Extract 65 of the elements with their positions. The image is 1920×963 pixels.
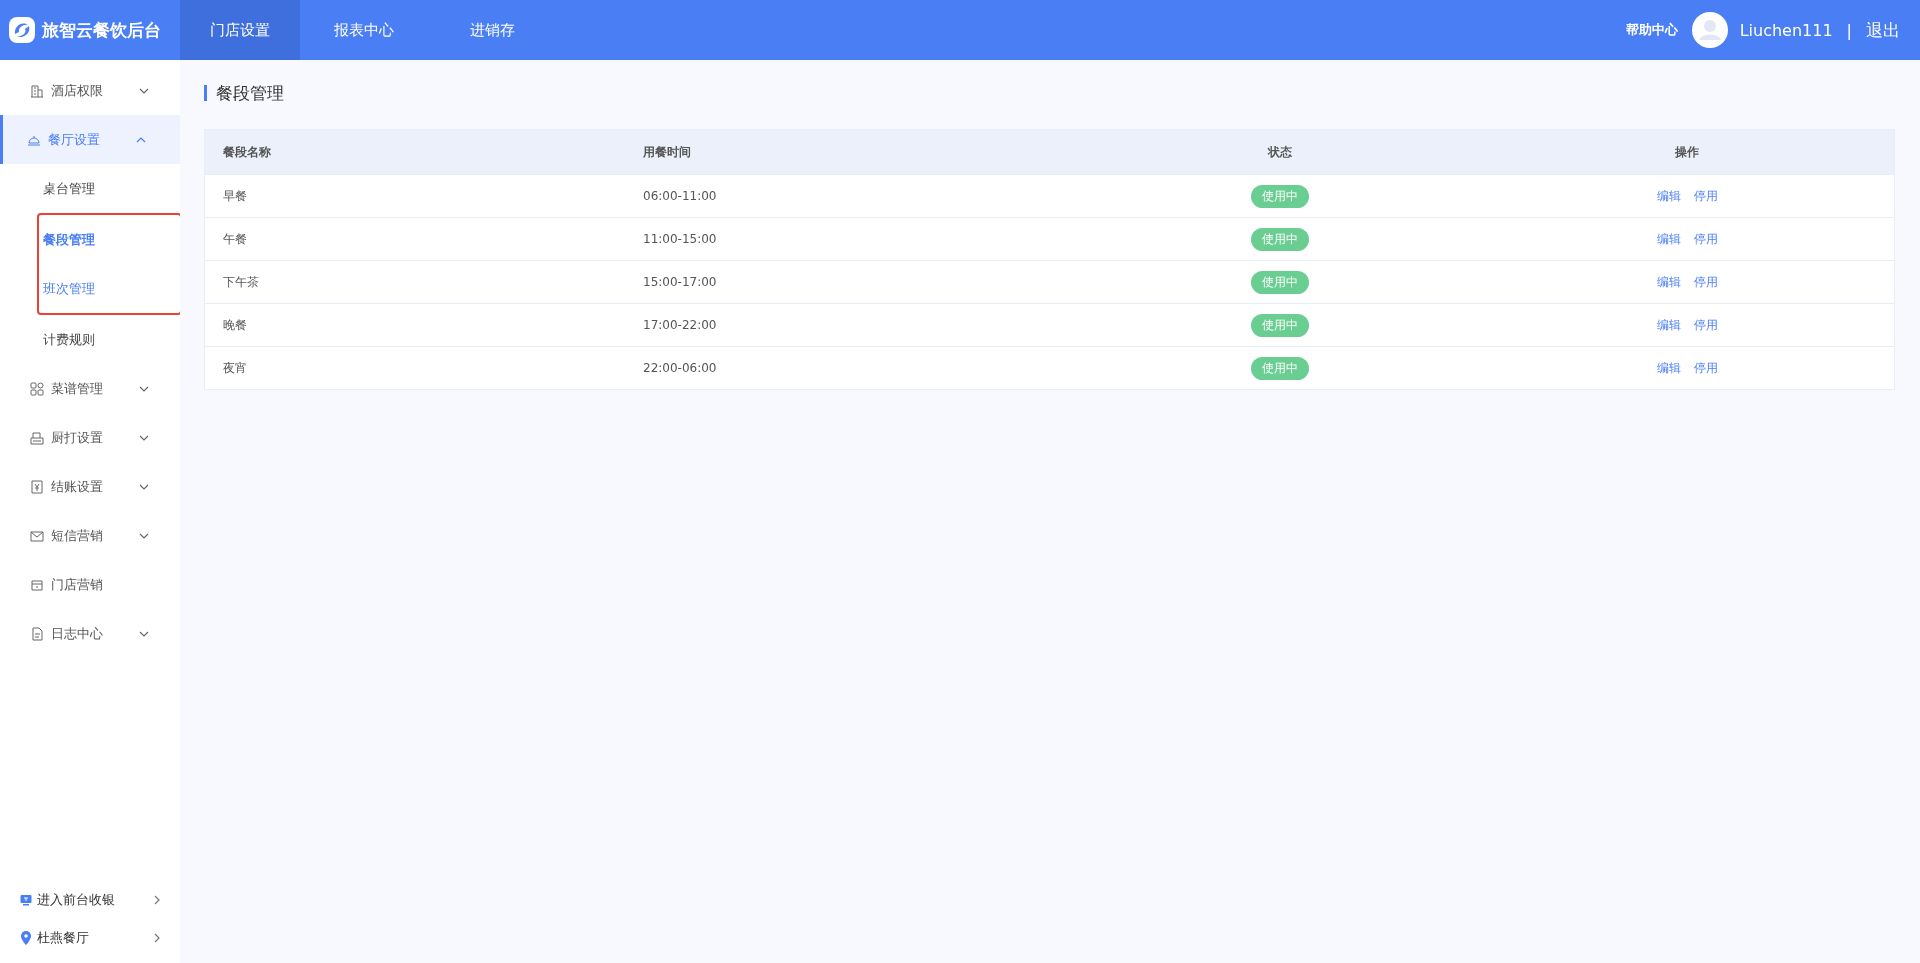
action-link[interactable]: 编辑 <box>1656 187 1681 205</box>
submenu-item[interactable]: 餐段管理 <box>39 215 180 264</box>
submenu-item[interactable]: 班次管理 <box>39 264 180 313</box>
page-title: 餐段管理 <box>204 85 1895 101</box>
mail-icon <box>30 528 44 543</box>
action-link[interactable]: 编辑 <box>1656 316 1681 334</box>
status-badge: 使用中 <box>1251 313 1309 337</box>
status-badge: 使用中 <box>1251 356 1309 380</box>
sidebar-item[interactable]: 餐厅设置 <box>0 115 180 164</box>
table-cell-text: 早餐 <box>222 187 248 205</box>
username: Liuchen111 <box>1739 20 1833 40</box>
building-icon <box>30 83 44 98</box>
action-link[interactable]: 编辑 <box>1656 230 1681 248</box>
action-link[interactable]: 停用 <box>1693 359 1718 377</box>
sidebar-item[interactable]: 日志中心 <box>0 609 180 658</box>
avatar-icon[interactable] <box>1691 12 1728 48</box>
table-cell-text: 22:00-06:00 <box>642 361 718 375</box>
status-badge: 使用中 <box>1251 227 1309 251</box>
action-link[interactable]: 停用 <box>1693 273 1718 291</box>
action-link[interactable]: 停用 <box>1693 230 1718 248</box>
submenu-item[interactable]: 计费规则 <box>0 315 180 364</box>
column-header: 用餐时间 <box>642 143 692 161</box>
separator: | <box>1846 20 1852 40</box>
nav-tab[interactable]: 门店设置 <box>180 0 300 60</box>
table-cell-text: 06:00-11:00 <box>642 189 718 203</box>
chevron-right-icon <box>154 895 160 905</box>
status-badge: 使用中 <box>1251 270 1309 294</box>
column-header: 操作 <box>1674 143 1700 161</box>
submenu-item[interactable]: 桌台管理 <box>0 164 180 213</box>
chevron-right-icon <box>154 933 160 943</box>
sidebar-item[interactable]: 酒店权限 <box>0 66 180 115</box>
logo-icon <box>8 16 36 44</box>
table-cell-text: 下午茶 <box>222 273 260 291</box>
sidebar-footer-item[interactable]: 杜燕餐厅 <box>0 923 180 953</box>
store-icon <box>30 577 44 592</box>
action-link[interactable]: 编辑 <box>1656 359 1681 377</box>
help-link[interactable]: 帮助中心 <box>1625 21 1678 39</box>
action-link[interactable]: 停用 <box>1693 316 1718 334</box>
action-link[interactable]: 停用 <box>1693 187 1718 205</box>
sidebar-item[interactable]: 菜谱管理 <box>0 364 180 413</box>
printer-icon <box>30 430 44 445</box>
logout-link[interactable]: 退出 <box>1866 18 1900 42</box>
sidebar-item[interactable]: 短信营销 <box>0 511 180 560</box>
table-cell-text: 11:00-15:00 <box>642 232 718 246</box>
grid-icon <box>30 381 44 396</box>
nav-tab[interactable]: 报表中心 <box>300 0 428 60</box>
app-title: 旅智云餐饮后台 <box>42 18 161 42</box>
table-cell-text: 15:00-17:00 <box>642 275 718 289</box>
status-badge: 使用中 <box>1251 184 1309 208</box>
column-header: 状态 <box>1266 143 1293 161</box>
nav-tab[interactable]: 进销存 <box>428 0 556 60</box>
column-header: 餐段名称 <box>222 143 272 161</box>
receipt-icon <box>30 479 44 494</box>
sidebar-item[interactable]: 结账设置 <box>0 462 180 511</box>
document-icon <box>30 626 44 641</box>
table-cell-text: 夜宵 <box>222 359 248 377</box>
action-link[interactable]: 编辑 <box>1656 273 1681 291</box>
sidebar-item[interactable]: 厨打设置 <box>0 413 180 462</box>
monitor-icon <box>20 894 32 906</box>
location-pin-icon <box>20 931 32 945</box>
table-cell-text: 17:00-22:00 <box>642 318 718 332</box>
sidebar-item[interactable]: 门店营销 <box>0 560 180 609</box>
table-cell-text: 午餐 <box>222 230 248 248</box>
table-cell-text: 晚餐 <box>222 316 248 334</box>
sidebar-footer-item[interactable]: 进入前台收银 <box>0 885 180 915</box>
